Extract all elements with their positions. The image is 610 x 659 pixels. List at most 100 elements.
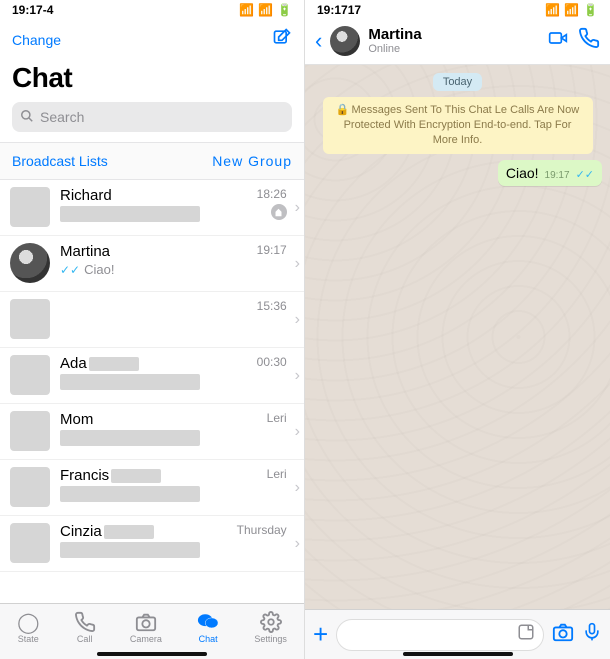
encryption-banner[interactable]: 🔒Messages Sent To This Chat Le Calls Are… [323, 97, 593, 154]
name-redacted [111, 469, 161, 483]
chat-row[interactable]: Cinzia Thursday › [0, 516, 304, 572]
signal-icon: 📶 [545, 3, 560, 17]
tab-camera[interactable]: Camera [130, 611, 162, 644]
chat-time: 00:30 [257, 355, 287, 369]
chat-time: Leri [267, 467, 287, 481]
tab-settings[interactable]: Settings [254, 611, 287, 644]
home-indicator [403, 652, 513, 656]
avatar [10, 523, 50, 563]
tab-call[interactable]: Call [74, 611, 96, 644]
phone-chat-list: 19:17-4 📶 📶 🔋 Change Chat Search Broadca… [0, 0, 305, 659]
chat-row[interactable]: Richard 18:26 › [0, 180, 304, 236]
preview-redacted [60, 374, 200, 390]
chat-time: 19:17 [257, 243, 287, 257]
preview-redacted [60, 486, 200, 502]
search-placeholder: Search [40, 109, 84, 125]
contact-status: Online [368, 43, 538, 55]
preview-redacted [60, 206, 200, 222]
camera-icon[interactable] [552, 621, 574, 649]
chevron-right-icon: › [295, 535, 300, 553]
name-redacted [104, 525, 154, 539]
gear-icon [260, 611, 282, 633]
chat-name: Ada [60, 355, 87, 372]
chat-name: Mom [60, 411, 237, 428]
battery-icon: 🔋 [277, 3, 292, 17]
status-bar: 19:17-4 📶 📶 🔋 [0, 0, 304, 20]
tab-chat[interactable]: Chat [196, 611, 220, 644]
wifi-icon: 📶 [564, 3, 579, 17]
message-time: 19:17 [545, 170, 570, 181]
mute-icon [271, 204, 287, 220]
status-icon: ◯ [17, 611, 39, 633]
avatar[interactable] [330, 26, 360, 56]
list-actions-row: Broadcast Lists New Group [0, 142, 304, 180]
read-checks-icon: ✓✓ [576, 168, 594, 181]
chat-row[interactable]: Mom Leri › [0, 404, 304, 460]
chevron-right-icon: › [295, 311, 300, 329]
new-group-button[interactable]: New Group [212, 153, 292, 169]
chat-time: Thursday [237, 523, 287, 537]
chevron-right-icon: › [295, 479, 300, 497]
tab-label: Chat [199, 634, 218, 644]
name-redacted [89, 357, 139, 371]
chat-name: Martina [60, 243, 237, 260]
phone-icon [74, 611, 96, 633]
chat-preview-text: Ciao! [84, 262, 114, 277]
chat-list-header: Change Chat Search [0, 20, 304, 142]
tab-label: Settings [254, 634, 287, 644]
contact-name: Martina [368, 27, 538, 44]
home-indicator [97, 652, 207, 656]
conversation-body: Today 🔒Messages Sent To This Chat Le Cal… [305, 65, 610, 609]
wifi-icon: 📶 [258, 3, 273, 17]
chat-name: Richard [60, 187, 237, 204]
tab-label: State [18, 634, 39, 644]
conversation-header: ‹ Martina Online [305, 20, 610, 65]
back-button[interactable]: ‹ [315, 28, 322, 54]
day-separator: Today [433, 73, 482, 91]
phone-conversation: 19:1717 📶 📶 🔋 ‹ Martina Online Today 🔒Me… [305, 0, 610, 659]
tab-bar: ◯ State Call Camera Chat Settings [0, 603, 304, 659]
chevron-right-icon: › [295, 255, 300, 273]
encryption-text: Messages Sent To This Chat Le Calls Are … [344, 104, 580, 146]
preview-redacted [60, 542, 200, 558]
broadcast-lists-button[interactable]: Broadcast Lists [12, 153, 108, 169]
contact-title[interactable]: Martina Online [368, 27, 538, 56]
avatar [10, 243, 50, 283]
message-outgoing[interactable]: Ciao! 19:17 ✓✓ [498, 160, 602, 186]
tab-state[interactable]: ◯ State [17, 611, 39, 644]
page-title: Chat [12, 62, 292, 94]
preview-redacted [60, 430, 200, 446]
message-input[interactable] [336, 619, 544, 651]
avatar [10, 355, 50, 395]
chevron-right-icon: › [295, 199, 300, 217]
chat-row[interactable]: Francis Leri › [0, 460, 304, 516]
microphone-icon[interactable] [582, 621, 602, 649]
chat-time: Leri [267, 411, 287, 425]
chat-name: Francis [60, 467, 109, 484]
chat-name: Cinzia [60, 523, 102, 540]
chevron-right-icon: › [295, 367, 300, 385]
signal-icon: 📶 [239, 3, 254, 17]
sticker-icon[interactable] [517, 623, 535, 646]
message-text: Ciao! [506, 165, 539, 181]
search-icon [20, 109, 34, 126]
video-call-icon[interactable] [546, 28, 570, 54]
avatar [10, 467, 50, 507]
avatar [10, 411, 50, 451]
status-indicators: 📶 📶 🔋 [545, 3, 598, 17]
read-checks-icon: ✓✓ [60, 263, 80, 277]
tab-label: Call [77, 634, 93, 644]
status-time: 19:17-4 [12, 3, 53, 17]
chat-row[interactable]: Ada 00:30 › [0, 348, 304, 404]
chat-row[interactable]: 15:36 › [0, 292, 304, 348]
battery-icon: 🔋 [583, 3, 598, 17]
chat-list: Richard 18:26 › Martina ✓✓ Ciao! 1 [0, 180, 304, 603]
compose-icon[interactable] [272, 27, 292, 53]
tab-label: Camera [130, 634, 162, 644]
chat-row[interactable]: Martina ✓✓ Ciao! 19:17 › [0, 236, 304, 292]
edit-button[interactable]: Change [12, 32, 61, 48]
chat-icon [196, 611, 220, 633]
search-input[interactable]: Search [12, 102, 292, 132]
voice-call-icon[interactable] [578, 27, 600, 55]
attach-icon[interactable]: + [313, 619, 328, 650]
